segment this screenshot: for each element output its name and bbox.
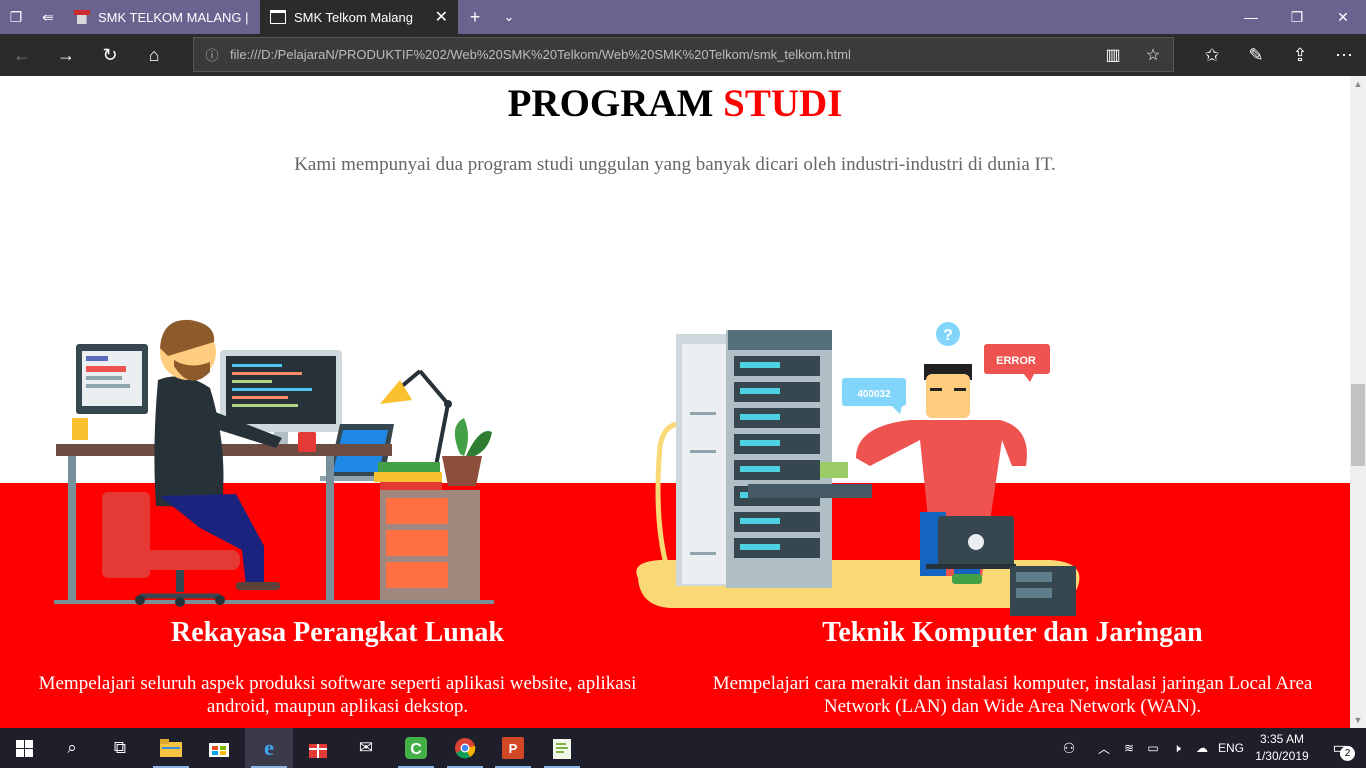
- title-part-studi: STUDI: [723, 82, 843, 125]
- scroll-up-arrow-icon[interactable]: ▲: [1350, 76, 1366, 92]
- tab-smk-telkom-malang-th[interactable]: SMK TELKOM MALANG | Th: [64, 0, 260, 34]
- windows-taskbar: ⌕ ⧉ e ✉ C P ⚇ ︿ ≋ ▭ 🕨 ☁ ENG 3:35 AM 1/30…: [0, 728, 1366, 768]
- favorite-star-icon[interactable]: ☆: [1133, 45, 1173, 65]
- svg-text:C: C: [410, 741, 422, 758]
- vertical-scrollbar[interactable]: ▲ ▼: [1350, 76, 1366, 728]
- forward-arrow-icon[interactable]: →: [44, 34, 88, 76]
- tab-smk-telkom-malang[interactable]: SMK Telkom Malang ✕: [260, 0, 458, 34]
- scroll-down-arrow-icon[interactable]: ▼: [1350, 712, 1366, 728]
- back-arrow-icon[interactable]: ←: [0, 34, 44, 76]
- chrome-icon[interactable]: [441, 728, 489, 768]
- refresh-icon[interactable]: ↻: [88, 34, 132, 76]
- home-icon[interactable]: ⌂: [132, 34, 176, 76]
- mail-icon[interactable]: ✉: [342, 728, 390, 768]
- battery-icon[interactable]: ▭: [1142, 728, 1164, 768]
- notification-count-badge: 2: [1340, 746, 1355, 761]
- onedrive-cloud-icon[interactable]: ☁: [1190, 728, 1214, 768]
- badge-400032-text: 400032: [857, 389, 891, 400]
- page-favicon-icon: [270, 10, 286, 24]
- volume-muted-icon[interactable]: 🕨: [1166, 728, 1188, 768]
- badge-error-text: ERROR: [996, 355, 1036, 367]
- software-developer-illustration: [54, 319, 494, 607]
- search-icon[interactable]: ⌕: [48, 728, 96, 768]
- telkom-favicon-icon: [74, 10, 90, 24]
- tab-preview-chevron-down-icon[interactable]: ⌄: [492, 0, 526, 34]
- network-technician-illustration: ? 400032 ERROR: [636, 322, 1080, 616]
- title-part-program: PROGRAM: [507, 82, 714, 125]
- notepad-plus-plus-icon[interactable]: [538, 728, 586, 768]
- favorites-hub-icon[interactable]: ✩: [1190, 34, 1234, 76]
- task-view-icon[interactable]: ⧉: [96, 728, 144, 768]
- set-tabs-aside-icon[interactable]: ⇚: [32, 0, 64, 34]
- restore-button[interactable]: ❐: [1274, 0, 1320, 34]
- browser-toolbar: ← → ↻ ⌂ ⓘ file:///D:/PelajaraN/PRODUKTIF…: [0, 34, 1366, 76]
- windows-start-icon[interactable]: [0, 728, 48, 768]
- web-page-content: PROGRAM STUDI Kami mempunyai dua program…: [0, 76, 1350, 728]
- page-subtitle: Kami mempunyai dua program studi unggula…: [294, 154, 1056, 175]
- microsoft-edge-icon[interactable]: e: [245, 728, 293, 768]
- minimize-button[interactable]: —: [1228, 0, 1274, 34]
- share-icon[interactable]: ⇪: [1278, 34, 1322, 76]
- tab-manager-icon[interactable]: ❐: [0, 0, 32, 34]
- close-tab-icon[interactable]: ✕: [435, 7, 448, 27]
- svg-text:P: P: [509, 741, 518, 756]
- powerpoint-icon[interactable]: P: [489, 728, 537, 768]
- page-info-icon[interactable]: ⓘ: [194, 45, 230, 64]
- action-center-button[interactable]: ▭ 2: [1318, 728, 1362, 768]
- program-rpl-description: Mempelajari seluruh aspek produksi softw…: [38, 673, 637, 717]
- address-bar[interactable]: ⓘ file:///D:/PelajaraN/PRODUKTIF%202/Web…: [193, 37, 1174, 72]
- more-menu-icon[interactable]: ⋯: [1322, 34, 1366, 76]
- new-tab-button[interactable]: +: [458, 0, 492, 34]
- url-text[interactable]: file:///D:/PelajaraN/PRODUKTIF%202/Web%2…: [230, 47, 1093, 62]
- file-explorer-icon[interactable]: [147, 728, 195, 768]
- web-note-pen-icon[interactable]: ✎: [1234, 34, 1278, 76]
- gift-app-icon[interactable]: [294, 728, 342, 768]
- clock-time: 3:35 AM: [1259, 732, 1305, 746]
- browser-tab-bar: ❐ ⇚ SMK TELKOM MALANG | Th SMK Telkom Ma…: [0, 0, 1366, 34]
- close-window-button[interactable]: ✕: [1320, 0, 1366, 34]
- page-title: PROGRAM STUDI: [0, 81, 1350, 126]
- reading-view-icon[interactable]: ▥: [1093, 45, 1133, 65]
- language-indicator[interactable]: ENG: [1216, 728, 1246, 768]
- clock-date: 1/30/2019: [1255, 749, 1309, 763]
- tab-label: SMK TELKOM MALANG | Th: [98, 9, 250, 25]
- system-clock[interactable]: 3:35 AM 1/30/2019: [1250, 731, 1314, 765]
- program-tkj-description: Mempelajari cara merakit dan instalasi k…: [712, 673, 1313, 717]
- program-rpl-title: Rekayasa Perangkat Lunak: [171, 617, 504, 648]
- wifi-icon[interactable]: ≋: [1118, 728, 1140, 768]
- program-tkj-title: Teknik Komputer dan Jaringan: [822, 617, 1203, 648]
- show-hidden-icons-chevron-up-icon[interactable]: ︿: [1094, 728, 1114, 768]
- question-mark-text: ?: [943, 327, 953, 344]
- camtasia-icon[interactable]: C: [392, 728, 440, 768]
- people-icon[interactable]: ⚇: [1056, 728, 1082, 768]
- tab-label: SMK Telkom Malang: [294, 9, 413, 25]
- scrollbar-thumb[interactable]: [1351, 384, 1365, 466]
- microsoft-store-icon[interactable]: [195, 728, 243, 768]
